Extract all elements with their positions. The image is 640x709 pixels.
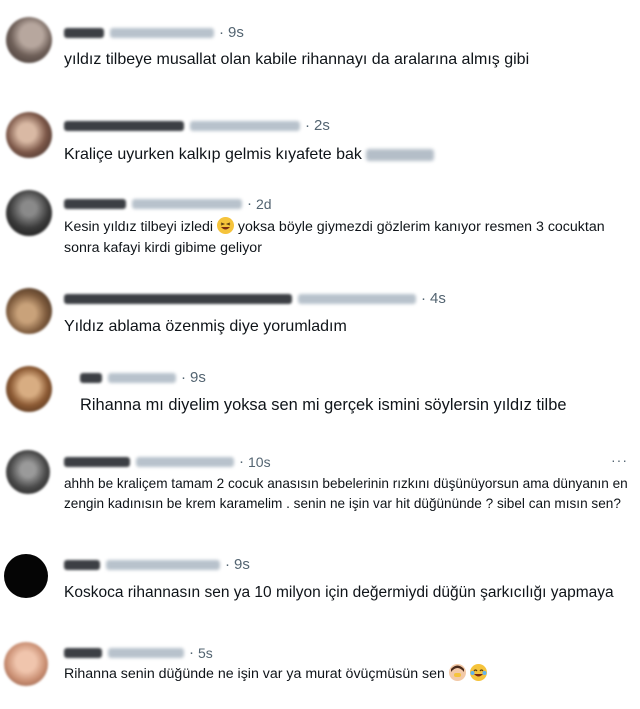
tweet-text: ahhh be kraliçem tamam 2 cocuk anasısın … — [64, 476, 628, 511]
avatar[interactable] — [6, 112, 52, 158]
author-name[interactable] — [64, 293, 292, 304]
tweet-header: · 2s — [64, 117, 330, 134]
tweet-text-wrap: Kraliçe uyurken kalkıp gelmis kıyafete b… — [64, 144, 632, 166]
tweet-text: Kraliçe uyurken kalkıp gelmis kıyafete b… — [64, 146, 362, 163]
tweet-header: · 2d — [64, 195, 272, 212]
author-name[interactable] — [64, 27, 104, 38]
author-name[interactable] — [64, 647, 102, 658]
avatar[interactable] — [4, 642, 48, 686]
author-handle[interactable] — [136, 456, 234, 467]
redacted-mention[interactable] — [365, 148, 434, 161]
avatar[interactable] — [4, 554, 48, 598]
avatar[interactable] — [6, 190, 52, 236]
more-options-icon[interactable]: ··· — [611, 452, 628, 468]
tweet-time[interactable]: 9s — [234, 556, 250, 573]
tweet-header: · 10s — [64, 453, 271, 470]
tweet-3[interactable]: · 2d Kesin yıldız tilbeyi izledi yoksa b… — [0, 178, 640, 270]
tweet-text: Kesin yıldız tilbeyi izledi — [64, 219, 214, 235]
avatar[interactable] — [6, 17, 52, 63]
tweet-header: · 5s — [64, 644, 213, 661]
tweet-text: Koskoca rihannasın sen ya 10 milyon için… — [64, 584, 614, 601]
author-name[interactable] — [64, 120, 184, 131]
separator-dot: · — [225, 556, 230, 573]
author-handle[interactable] — [298, 293, 416, 304]
tweet-header: · 4s — [64, 290, 446, 307]
separator-dot: · — [247, 195, 252, 212]
separator-dot: · — [219, 24, 224, 41]
face-with-tears-of-joy-icon — [469, 664, 487, 681]
tweet-text: Rihanna senin düğünde ne işin var ya mur… — [64, 666, 445, 682]
tweet-time[interactable]: 5s — [198, 645, 213, 661]
tweet-2[interactable]: · 2s Kraliçe uyurken kalkıp gelmis kıyaf… — [0, 98, 640, 178]
avatar[interactable] — [6, 366, 52, 412]
tweet-time[interactable]: 10s — [248, 454, 271, 470]
separator-dot: · — [305, 117, 310, 134]
author-handle[interactable] — [190, 120, 300, 131]
tweet-1[interactable]: · 9s yıldız tilbeye musallat olan kabile… — [0, 0, 640, 98]
author-handle[interactable] — [108, 372, 176, 383]
tweet-5[interactable]: · 9s Rihanna mı diyelim yoksa sen mi ger… — [0, 352, 640, 440]
tweet-text: Yıldız ablama özenmiş diye yorumladım — [64, 318, 347, 335]
avatar[interactable] — [6, 450, 50, 494]
tweet-time[interactable]: 2d — [256, 196, 272, 212]
separator-dot: · — [181, 369, 186, 386]
author-handle[interactable] — [132, 198, 242, 209]
tweet-4[interactable]: · 4s Yıldız ablama özenmiş diye yorumlad… — [0, 270, 640, 352]
tweet-time[interactable]: 2s — [314, 117, 330, 134]
author-handle[interactable] — [108, 647, 184, 658]
tweet-text-wrap: Kesin yıldız tilbeyi izledi yoksa böyle … — [64, 217, 632, 259]
author-handle[interactable] — [110, 27, 214, 38]
author-name[interactable] — [64, 198, 126, 209]
separator-dot: · — [189, 644, 194, 661]
author-name[interactable] — [64, 456, 130, 467]
tweet-text-wrap: Rihanna senin düğünde ne işin var ya mur… — [64, 664, 632, 684]
tweet-7[interactable]: · 9s Koskoca rihannasın sen ya 10 milyon… — [0, 544, 640, 636]
author-handle[interactable] — [106, 559, 220, 570]
avatar[interactable] — [6, 288, 52, 334]
tweet-header: · 9s — [64, 24, 244, 41]
tweet-6[interactable]: · 10s ··· ahhh be kraliçem tamam 2 cocuk… — [0, 440, 640, 544]
separator-dot: · — [421, 290, 426, 307]
tweet-text: yıldız tilbeye musallat olan kabile riha… — [64, 51, 530, 68]
tweet-header: · 9s — [64, 556, 250, 573]
tweet-time[interactable]: 9s — [190, 369, 206, 386]
author-name[interactable] — [64, 559, 100, 570]
grinning-squinting-face-icon — [216, 217, 234, 234]
tweet-time[interactable]: 9s — [228, 24, 244, 41]
woman-facepalming-icon — [448, 664, 466, 681]
separator-dot: · — [239, 453, 244, 470]
tweet-text: Rihanna mı diyelim yoksa sen mi gerçek i… — [80, 396, 567, 414]
tweet-header: · 9s — [80, 369, 206, 386]
tweet-8[interactable]: · 5s Rihanna senin düğünde ne işin var y… — [0, 636, 640, 709]
tweet-time[interactable]: 4s — [430, 290, 446, 307]
author-name[interactable] — [80, 372, 102, 383]
